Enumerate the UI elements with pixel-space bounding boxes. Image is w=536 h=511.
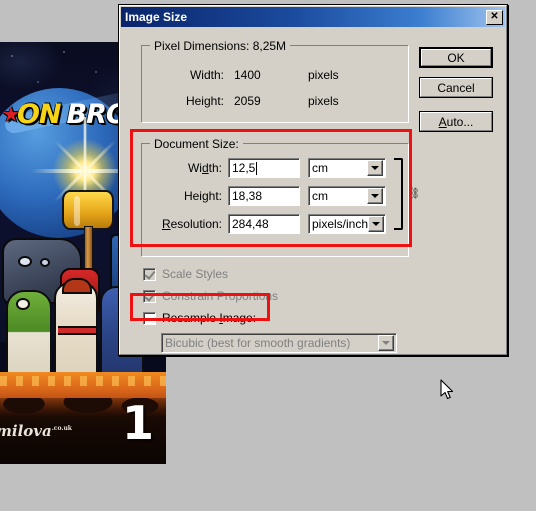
resample-image-accel: I xyxy=(219,311,223,325)
artwork-robot-eye-right xyxy=(40,258,50,267)
doc-width-input[interactable]: 12,5 xyxy=(228,158,300,178)
cancel-button-label: Cancel xyxy=(437,80,475,95)
pixel-dimensions-group: Pixel Dimensions: 8,25M Width: 1400 pixe… xyxy=(141,39,409,123)
dialog-body: Pixel Dimensions: 8,25M Width: 1400 pixe… xyxy=(121,29,505,353)
document-size-group: Document Size: Width: 12,5 cm Height: 18… xyxy=(141,137,420,257)
doc-resolution-accel: R xyxy=(161,217,171,231)
artwork-character-belt xyxy=(58,326,96,335)
scale-styles-checkbox-row[interactable]: Scale Styles xyxy=(143,267,228,281)
screen: ★ ON BROS. 1 milova.co.uk Image Size ✕ P… xyxy=(0,0,536,511)
doc-resolution-label: Resolution: xyxy=(161,217,222,231)
auto-button[interactable]: Auto... xyxy=(419,111,493,132)
chevron-down-icon xyxy=(378,335,394,351)
doc-resolution-unit-value: pixels/inch xyxy=(312,217,369,231)
doc-width-row: Width: 12,5 cm xyxy=(146,158,386,178)
doc-height-value: 18,38 xyxy=(232,189,263,203)
artwork-character-center xyxy=(54,278,98,386)
doc-height-label: Height: xyxy=(183,189,222,203)
doc-width-value: 12,5 xyxy=(232,161,256,175)
dialog-titlebar[interactable]: Image Size ✕ xyxy=(121,7,505,27)
doc-width-unit-value: cm xyxy=(312,161,328,175)
constrain-proportions-label: Constrain Proportions xyxy=(162,289,279,303)
mouse-pointer-icon xyxy=(440,379,454,400)
chevron-down-icon[interactable] xyxy=(367,160,383,176)
pixel-width-value: 1400 xyxy=(234,68,261,82)
doc-height-unit-select[interactable]: cm xyxy=(308,186,386,206)
constrain-proportions-checkbox xyxy=(143,289,156,303)
resample-image-checkbox xyxy=(143,311,156,325)
doc-height-unit-value: cm xyxy=(312,189,328,203)
artwork-logo-part1: ON xyxy=(16,98,62,130)
constrain-link-bracket xyxy=(394,158,403,230)
ok-button[interactable]: OK xyxy=(419,47,493,68)
doc-width-accel: d xyxy=(201,161,209,175)
resample-image-checkbox-row[interactable]: Resample Image: xyxy=(143,311,256,325)
doc-resolution-value: 284,48 xyxy=(232,217,269,231)
resample-method-select: Bicubic (best for smooth gradients) xyxy=(161,333,397,353)
artwork-signature-tld: .co.uk xyxy=(51,425,72,432)
ok-button-label: OK xyxy=(447,50,465,65)
doc-resolution-unit-select[interactable]: pixels/inch xyxy=(308,214,386,234)
artwork-mallet-head xyxy=(62,190,114,230)
auto-button-label: Auto... xyxy=(438,114,474,129)
artwork-signature: milova.co.uk xyxy=(0,422,72,440)
pixel-height-label: Height: xyxy=(185,94,224,108)
artwork-robot-eye-left xyxy=(18,256,32,267)
pixel-width-label: Width: xyxy=(189,68,224,82)
artwork-issue-number: 1 xyxy=(121,396,154,450)
scale-styles-checkbox xyxy=(143,267,156,281)
close-icon[interactable]: ✕ xyxy=(486,9,503,25)
scale-styles-label: Scale Styles xyxy=(162,267,229,281)
image-size-dialog: Image Size ✕ Pixel Dimensions: 8,25M Wid… xyxy=(118,4,508,356)
document-size-legend: Document Size: xyxy=(150,137,243,151)
doc-width-label: Width: xyxy=(187,161,222,175)
artwork-character-green xyxy=(6,290,52,382)
chain-link-icon: ⛓ xyxy=(406,188,420,200)
pixel-width-row: Width: 1400 pixels xyxy=(152,68,339,82)
chevron-down-icon[interactable] xyxy=(368,216,385,232)
doc-width-unit-select[interactable]: cm xyxy=(308,158,386,178)
text-caret xyxy=(256,161,258,175)
constrain-proportions-checkbox-row[interactable]: Constrain Proportions xyxy=(143,289,278,303)
doc-height-input[interactable]: 18,38 xyxy=(228,186,300,206)
doc-resolution-input[interactable]: 284,48 xyxy=(228,214,300,234)
chevron-down-icon[interactable] xyxy=(367,188,383,204)
resample-method-value: Bicubic (best for smooth gradients) xyxy=(165,336,351,350)
artwork-signature-name: milova xyxy=(0,422,52,440)
cancel-button[interactable]: Cancel xyxy=(419,77,493,98)
pixel-width-unit: pixels xyxy=(308,68,339,82)
doc-height-row: Height: 18,38 cm xyxy=(146,186,386,206)
pixel-height-row: Height: 2059 pixels xyxy=(152,94,339,108)
pixel-height-value: 2059 xyxy=(234,94,261,108)
resample-image-label: Resample Image: xyxy=(162,311,257,325)
artwork-character-hair xyxy=(62,278,92,294)
doc-resolution-row: Resolution: 284,48 pixels/inch xyxy=(146,214,386,234)
pixel-height-unit: pixels xyxy=(308,94,339,108)
pixel-dimensions-legend: Pixel Dimensions: 8,25M xyxy=(150,39,291,53)
dialog-title: Image Size xyxy=(125,10,188,24)
